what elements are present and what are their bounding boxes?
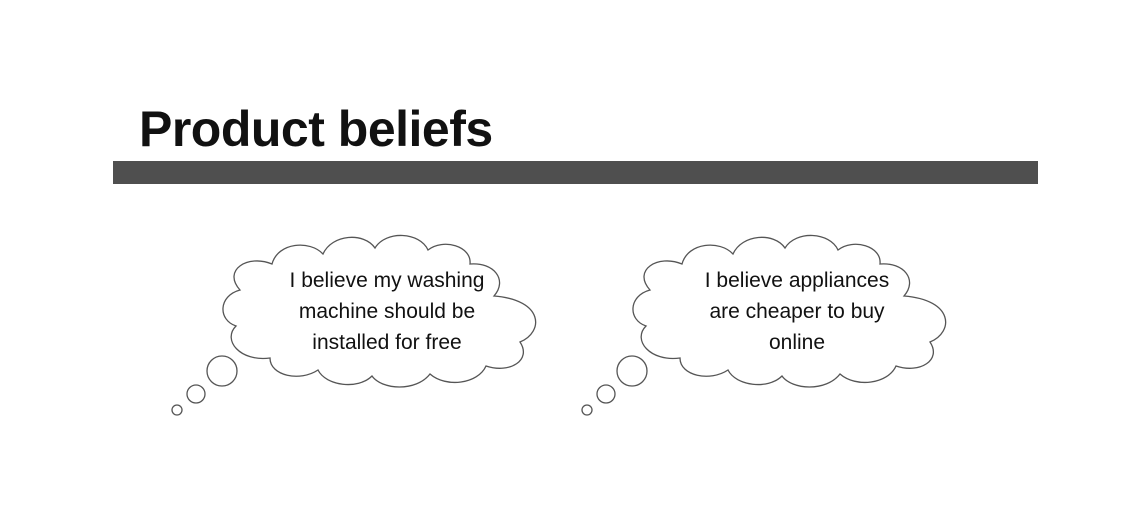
title-underline-bar xyxy=(113,161,1038,184)
thought-dot-medium xyxy=(596,384,616,404)
thought-bubble-online-appliances: I believe appliances are cheaper to buy … xyxy=(570,220,970,430)
thought-dot-medium xyxy=(186,384,206,404)
slide-title: Product beliefs xyxy=(139,101,493,157)
thought-bubble-washing-machine: I believe my washing machine should be i… xyxy=(160,220,560,430)
thought-dot-small xyxy=(581,404,593,416)
belief-text: I believe appliances are cheaper to buy … xyxy=(704,269,890,354)
belief-text: I believe my washing machine should be i… xyxy=(289,269,485,354)
thought-dot-large xyxy=(616,355,648,387)
thought-dot-small xyxy=(171,404,183,416)
thought-dot-large xyxy=(206,355,238,387)
